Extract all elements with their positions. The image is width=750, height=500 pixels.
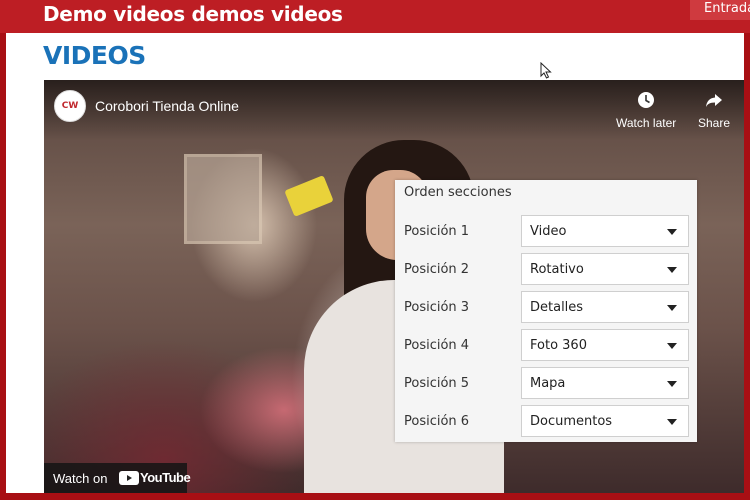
youtube-label: YouTube bbox=[140, 470, 191, 485]
position-label: Posición 4 bbox=[404, 338, 470, 353]
watch-later-label: Watch later bbox=[616, 116, 677, 130]
position-4-select[interactable]: Foto 360 bbox=[521, 329, 689, 361]
thumbnail-wall-picture bbox=[184, 154, 262, 244]
position-6-select[interactable]: Documentos bbox=[521, 405, 689, 437]
section-order-panel: Orden secciones Posición 1 Video Posició… bbox=[395, 180, 697, 442]
select-value: Foto 360 bbox=[530, 338, 587, 353]
chevron-down-icon bbox=[667, 343, 677, 349]
position-label: Posición 2 bbox=[404, 262, 470, 277]
channel-avatar[interactable]: CW bbox=[54, 90, 86, 122]
position-2-select[interactable]: Rotativo bbox=[521, 253, 689, 285]
position-row: Posición 6 Documentos bbox=[395, 405, 697, 439]
watch-later-button[interactable]: Watch later bbox=[616, 90, 676, 130]
site-title: Demo videos demos videos bbox=[43, 2, 343, 26]
position-label: Posición 6 bbox=[404, 414, 470, 429]
youtube-logo-icon bbox=[119, 471, 139, 485]
chevron-down-icon bbox=[667, 229, 677, 235]
chevron-down-icon bbox=[667, 305, 677, 311]
select-value: Video bbox=[530, 224, 567, 239]
position-row: Posición 1 Video bbox=[395, 215, 697, 249]
page-frame: Demo videos demos videos Entrada VIDEOS … bbox=[0, 0, 750, 500]
position-label: Posición 3 bbox=[404, 300, 470, 315]
position-row: Posición 5 Mapa bbox=[395, 367, 697, 401]
select-value: Mapa bbox=[530, 376, 566, 391]
share-icon bbox=[706, 94, 723, 107]
position-3-select[interactable]: Detalles bbox=[521, 291, 689, 323]
watch-on-label: Watch on bbox=[53, 471, 108, 486]
chevron-down-icon bbox=[667, 419, 677, 425]
position-1-select[interactable]: Video bbox=[521, 215, 689, 247]
position-row: Posición 2 Rotativo bbox=[395, 253, 697, 287]
page-heading: VIDEOS bbox=[43, 41, 146, 70]
share-button[interactable]: Share bbox=[698, 90, 730, 130]
watch-on-youtube-button[interactable]: Watch on YouTube bbox=[44, 463, 191, 493]
mouse-cursor-icon bbox=[540, 62, 552, 79]
chevron-down-icon bbox=[667, 381, 677, 387]
position-label: Posición 5 bbox=[404, 376, 470, 391]
panel-title: Orden secciones bbox=[404, 185, 512, 200]
select-value: Documentos bbox=[530, 414, 613, 429]
position-row: Posición 4 Foto 360 bbox=[395, 329, 697, 363]
select-value: Detalles bbox=[530, 300, 584, 315]
login-button[interactable]: Entrada bbox=[690, 0, 750, 20]
select-value: Rotativo bbox=[530, 262, 584, 277]
share-label: Share bbox=[698, 116, 731, 130]
clock-icon bbox=[638, 92, 655, 108]
position-row: Posición 3 Detalles bbox=[395, 291, 697, 325]
position-5-select[interactable]: Mapa bbox=[521, 367, 689, 399]
video-channel-title[interactable]: Corobori Tienda Online bbox=[95, 98, 239, 114]
chevron-down-icon bbox=[667, 267, 677, 273]
position-label: Posición 1 bbox=[404, 224, 470, 239]
site-header: Demo videos demos videos Entrada bbox=[0, 0, 750, 33]
